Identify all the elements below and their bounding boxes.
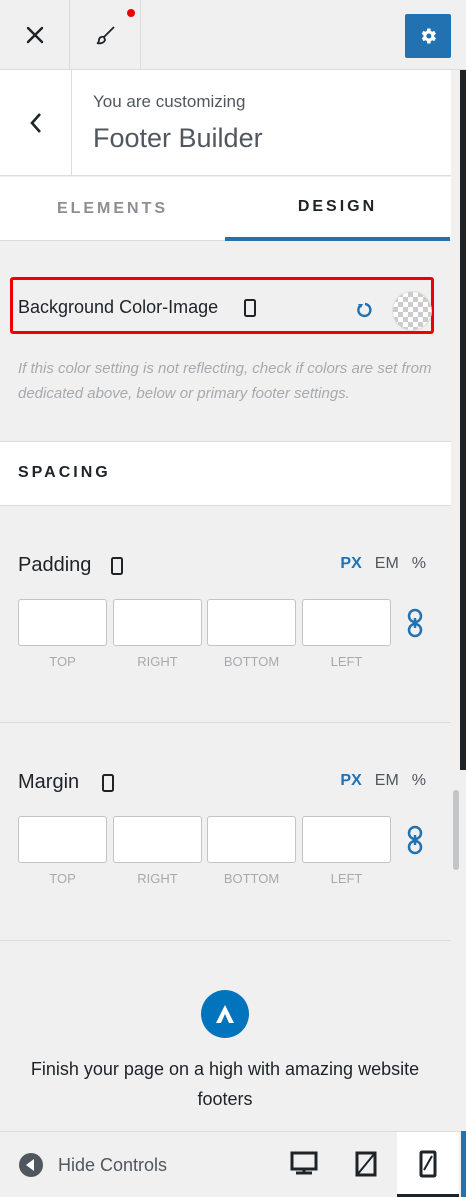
tab-design[interactable]: DESIGN: [225, 177, 450, 241]
margin-label: Margin: [18, 771, 80, 793]
hide-controls-button[interactable]: Hide Controls: [18, 1152, 167, 1178]
margin-bottom-label: BOTTOM: [223, 871, 280, 886]
padding-left-label: LEFT: [330, 654, 363, 669]
customize-brush-button[interactable]: [71, 0, 141, 69]
astra-logo-icon: [216, 1005, 234, 1023]
spacing-section-header: SPACING: [0, 441, 451, 506]
divider: [0, 722, 451, 723]
divider: [0, 940, 451, 941]
margin-top-label: TOP: [49, 871, 76, 886]
page-title: Footer Builder: [93, 123, 263, 153]
padding-right-input[interactable]: [113, 599, 202, 646]
mobile-preview-icon: [419, 1150, 437, 1178]
background-color-control: Background Color-Image: [10, 277, 434, 334]
paintbrush-icon: [96, 25, 115, 44]
footer-bar: Hide Controls: [0, 1131, 466, 1197]
padding-left-input[interactable]: [302, 599, 391, 646]
top-bar: [0, 0, 466, 70]
unit-percent[interactable]: %: [412, 555, 426, 573]
mobile-device-icon[interactable]: [244, 299, 256, 317]
notification-dot: [127, 9, 135, 17]
padding-bottom-input[interactable]: [207, 599, 296, 646]
padding-unit-switch: PX EM %: [340, 555, 426, 573]
collapse-icon: [19, 1153, 43, 1177]
settings-button[interactable]: [405, 14, 451, 58]
unit-px[interactable]: PX: [340, 772, 361, 790]
margin-right-label: RIGHT: [137, 871, 178, 886]
margin-right-input[interactable]: [113, 816, 202, 863]
color-swatch[interactable]: [392, 291, 432, 331]
desktop-preview-icon[interactable]: [290, 1150, 318, 1178]
margin-unit-switch: PX EM %: [340, 772, 426, 790]
mobile-device-icon[interactable]: [102, 774, 114, 792]
unit-percent[interactable]: %: [412, 772, 426, 790]
promo-text: Finish your page on a high with amazing …: [30, 1059, 420, 1109]
margin-left-input[interactable]: [302, 816, 391, 863]
gear-icon: [421, 28, 436, 44]
margin-top-input[interactable]: [18, 816, 107, 863]
customizer-header: You are customizing Footer Builder: [0, 70, 451, 176]
panel-scrollbar[interactable]: [453, 790, 459, 870]
back-button[interactable]: [0, 70, 72, 175]
link-values-icon[interactable]: [406, 608, 424, 638]
tab-bar: ELEMENTS DESIGN: [0, 177, 451, 241]
background-color-label: Background Color-Image: [18, 297, 219, 317]
scrollbar-thumb[interactable]: [460, 70, 466, 770]
background-color-note: If this color setting is not reflecting,…: [18, 360, 432, 402]
astra-logo: [201, 990, 249, 1038]
padding-label: Padding: [18, 554, 92, 576]
padding-top-label: TOP: [49, 654, 76, 669]
mobile-device-icon[interactable]: [111, 557, 123, 575]
margin-left-label: LEFT: [330, 871, 363, 886]
close-button[interactable]: [0, 0, 70, 69]
padding-bottom-label: BOTTOM: [223, 654, 280, 669]
mobile-preview-button[interactable]: [397, 1132, 459, 1197]
unit-em[interactable]: EM: [375, 555, 399, 573]
unit-em[interactable]: EM: [375, 772, 399, 790]
margin-bottom-input[interactable]: [207, 816, 296, 863]
tab-elements[interactable]: ELEMENTS: [0, 177, 225, 240]
chevron-left-icon: [29, 112, 41, 133]
spacing-section-title: SPACING: [18, 464, 111, 481]
active-accent: [461, 1131, 466, 1197]
hide-controls-label: Hide Controls: [58, 1154, 168, 1175]
reset-icon[interactable]: [356, 301, 374, 319]
padding-right-label: RIGHT: [137, 654, 178, 669]
unit-px[interactable]: PX: [340, 555, 361, 573]
padding-top-input[interactable]: [18, 599, 107, 646]
tablet-preview-icon[interactable]: [354, 1150, 378, 1178]
customizing-label: You are customizing: [93, 92, 246, 111]
link-values-icon[interactable]: [406, 825, 424, 855]
close-icon: [26, 26, 43, 43]
